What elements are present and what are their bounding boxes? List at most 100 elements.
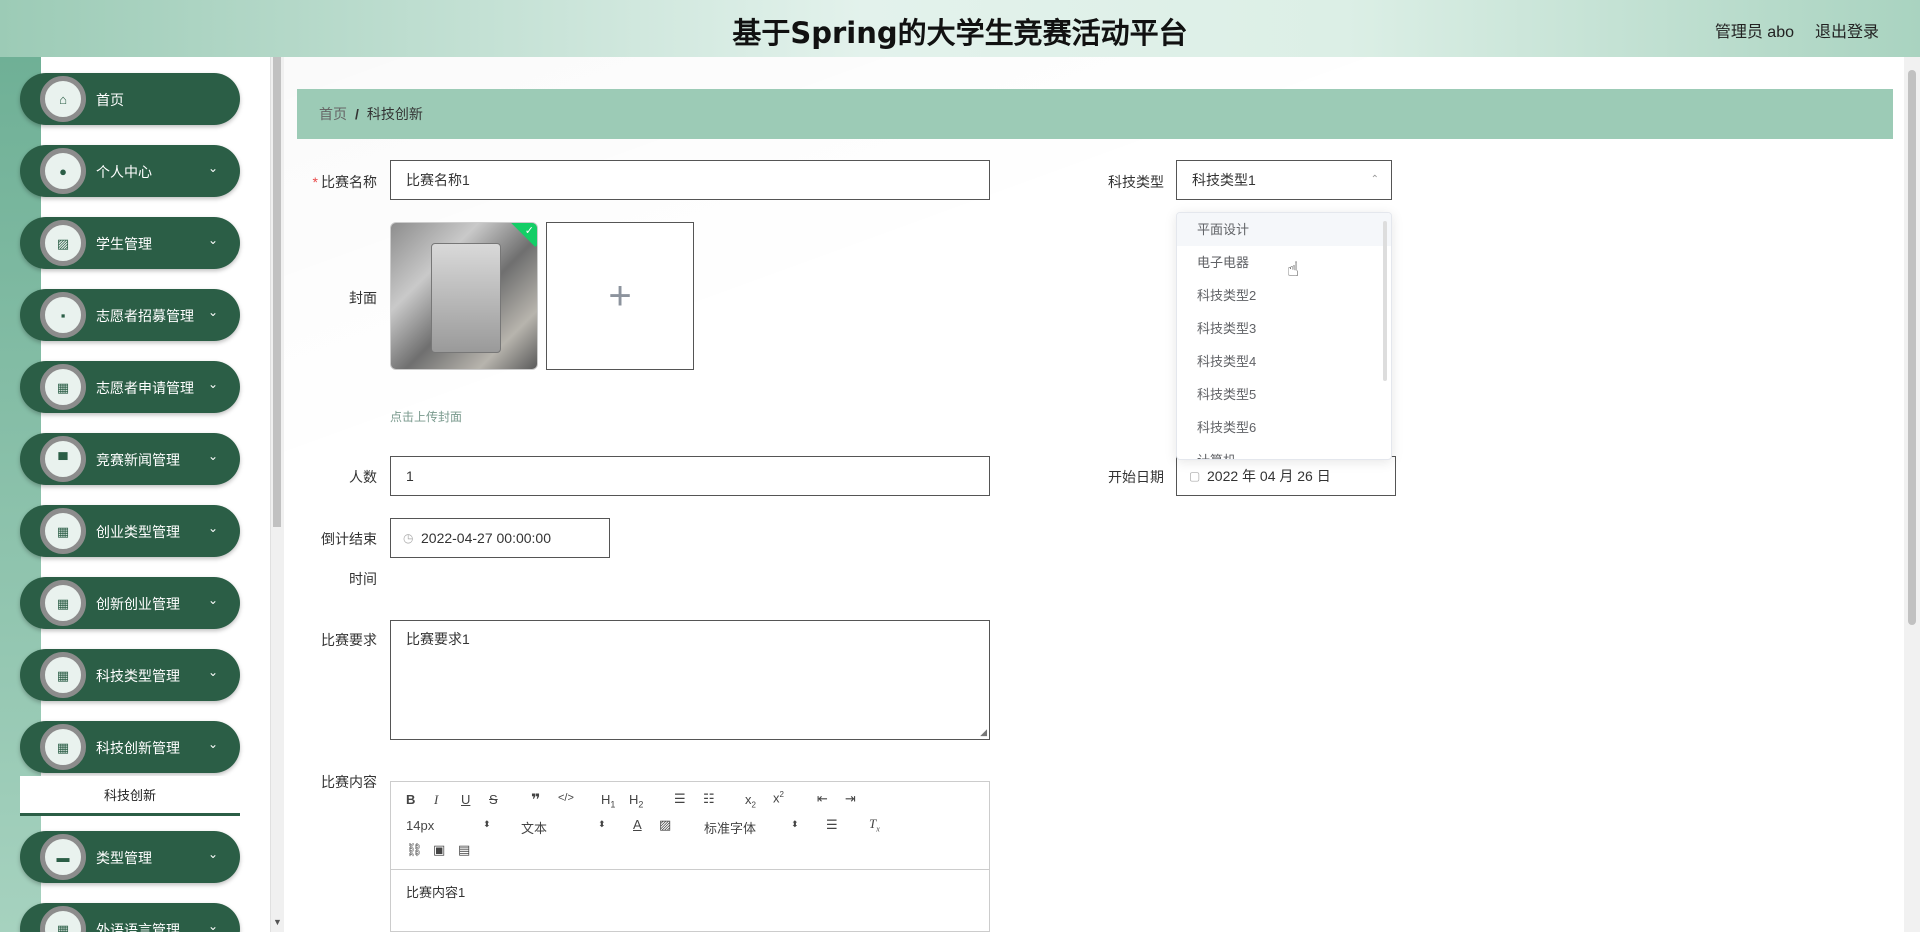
italic-icon[interactable]: I <box>434 792 438 808</box>
start-date-label: 开始日期 <box>1108 469 1164 485</box>
upload-hint: 点击上传封面 <box>390 410 463 424</box>
blockquote-icon[interactable]: ❞ <box>531 790 540 810</box>
dropdown-option[interactable]: 科技类型4 <box>1177 345 1391 378</box>
link-icon[interactable]: ⛓ <box>406 842 423 858</box>
sidebar-item[interactable]: ▪ 志愿者招募管理 ⌄ <box>20 289 240 341</box>
top-header: 基于Spring的大学生竞赛活动平台 管理员 abo 退出登录 <box>0 0 1920 57</box>
chevron-down-icon: ⌄ <box>207 233 218 247</box>
grid-icon: ▦ <box>56 921 70 932</box>
dropdown-option[interactable]: 科技类型5 <box>1177 378 1391 411</box>
dropdown-option[interactable]: 科技类型2 <box>1177 279 1391 312</box>
image-icon[interactable]: ▣ <box>433 842 445 858</box>
sidebar-item[interactable]: ● 个人中心 ⌄ <box>20 145 240 197</box>
name-input[interactable]: 比赛名称1 <box>390 160 990 200</box>
outdent-icon[interactable]: ⇤ <box>817 791 828 807</box>
name-label: * 比赛名称 <box>305 172 377 192</box>
user-icon: ● <box>59 163 67 179</box>
sidebar-icon-circle: ▦ <box>40 724 86 770</box>
sidebar-item[interactable]: ▦ 志愿者申请管理 ⌄ <box>20 361 240 413</box>
main-scrollbar-thumb[interactable] <box>1908 70 1916 625</box>
countdown-picker[interactable]: ◷ 2022-04-27 00:00:00 <box>390 518 610 558</box>
dropdown-option[interactable]: 电子电器 <box>1177 246 1391 279</box>
dropdown-option[interactable]: 科技类型3 <box>1177 312 1391 345</box>
bullet-list-icon[interactable]: ☷ <box>703 791 715 807</box>
chart-icon: ▨ <box>56 235 70 251</box>
video-icon[interactable]: ▤ <box>458 842 470 858</box>
sidebar-item[interactable]: ▦ 外语语言管理 ⌄ <box>20 903 240 932</box>
code-icon[interactable]: </> <box>558 792 574 804</box>
grid-icon: ▦ <box>56 667 70 683</box>
chevron-down-icon: ⌄ <box>207 593 218 607</box>
dropdown-option[interactable]: 平面设计 <box>1177 213 1391 246</box>
clear-format-icon[interactable]: Tx <box>869 816 880 834</box>
page-title: 基于Spring的大学生竞赛活动平台 <box>732 16 1188 50</box>
sidebar-item-label: 个人中心 <box>96 164 152 180</box>
sidebar-item[interactable]: ▦ 创新创业管理 ⌄ <box>20 577 240 629</box>
dropdown-option[interactable]: 计算机 <box>1177 444 1391 459</box>
monitor-icon: ▀ <box>58 451 68 467</box>
h2-icon[interactable]: H2 <box>629 792 643 810</box>
chevron-down-icon: ⌄ <box>207 665 218 679</box>
sidebar-icon-circle: ▀ <box>40 436 86 482</box>
start-date-picker[interactable]: ▢ 2022 年 04 月 26 日 <box>1176 456 1396 496</box>
block-format-select[interactable]: 文本 ⬍ <box>521 818 606 837</box>
superscript-icon[interactable]: x2 <box>773 790 784 805</box>
cover-image[interactable]: ✓ <box>390 222 538 370</box>
grid-icon: ▦ <box>56 379 70 395</box>
sidebar-item[interactable]: ▀ 竞赛新闻管理 ⌄ <box>20 433 240 485</box>
chevron-down-icon: ⌄ <box>207 377 218 391</box>
chevron-down-icon: ⌄ <box>207 161 218 175</box>
type-label: 科技类型 <box>1108 174 1164 190</box>
indent-icon[interactable]: ⇥ <box>845 791 856 807</box>
logout-link[interactable]: 退出登录 <box>1815 18 1879 42</box>
count-input[interactable]: 1 <box>390 456 990 496</box>
sidebar-item-label: 创业类型管理 <box>96 524 180 540</box>
background-color-icon[interactable]: ▨ <box>659 817 671 833</box>
sidebar-item[interactable]: ▦ 科技创新管理 ⌄ <box>20 721 240 773</box>
select-arrows-icon: ⬍ <box>483 819 491 829</box>
font-family-select[interactable]: 标准字体 ⬍ <box>704 818 799 837</box>
requirements-textarea[interactable]: 比赛要求1 ◢ <box>390 620 990 740</box>
sidebar-item[interactable]: ▦ 创业类型管理 ⌄ <box>20 505 240 557</box>
underline-icon[interactable]: U <box>461 792 470 807</box>
sidebar-item-label: 志愿者申请管理 <box>96 380 194 396</box>
bold-icon[interactable]: B <box>406 792 415 807</box>
dropdown-option[interactable]: 科技类型6 <box>1177 411 1391 444</box>
submenu-item-tech-innovation[interactable]: 科技创新 <box>20 776 240 816</box>
type-select-value: 科技类型1 <box>1192 172 1256 188</box>
grid-icon: ▦ <box>56 739 70 755</box>
sidebar-item[interactable]: ▦ 科技类型管理 ⌄ <box>20 649 240 701</box>
sidebar-icon-circle: ▨ <box>40 220 86 266</box>
chat-icon: ▪ <box>60 307 66 323</box>
countdown-value: 2022-04-27 00:00:00 <box>421 530 551 546</box>
sidebar-item-label: 学生管理 <box>96 236 152 252</box>
font-size-value: 14px <box>406 818 435 833</box>
block-format-value: 文本 <box>521 821 548 836</box>
subscript-icon[interactable]: x2 <box>745 792 756 810</box>
start-date-value: 2022 年 04 月 26 日 <box>1207 468 1331 484</box>
sidebar-icon-circle: ▪ <box>40 292 86 338</box>
upload-add-button[interactable]: + <box>546 222 694 370</box>
requirements-value: 比赛要求1 <box>406 631 470 647</box>
scroll-down-arrow-icon[interactable]: ▼ <box>273 917 282 927</box>
breadcrumb-home[interactable]: 首页 <box>319 106 347 122</box>
select-arrows-icon: ⬍ <box>598 819 606 829</box>
sidebar-item[interactable]: ⌂ 首页 <box>20 73 240 125</box>
strike-icon[interactable]: S <box>489 792 498 807</box>
cart-icon: ▬ <box>56 849 70 865</box>
font-size-select[interactable]: 14px ⬍ <box>406 818 491 833</box>
editor-content[interactable]: 比赛内容1 <box>406 882 465 901</box>
chevron-down-icon: ⌄ <box>207 847 218 861</box>
ordered-list-icon[interactable]: ☰ <box>674 791 686 807</box>
sidebar-item[interactable]: ▬ 类型管理 ⌄ <box>20 831 240 883</box>
sidebar-scrollbar-thumb[interactable] <box>273 57 281 527</box>
type-select[interactable]: 科技类型1 ⌃ <box>1176 160 1392 200</box>
h1-icon[interactable]: H1 <box>601 792 615 810</box>
resize-grip-icon[interactable]: ◢ <box>980 727 987 738</box>
breadcrumb: 首页 / 科技创新 <box>297 89 1893 139</box>
align-icon[interactable]: ☰ <box>826 817 838 833</box>
font-color-icon[interactable]: A <box>633 817 642 832</box>
editor-toolbar: B I U S ❞ </> H1 H2 ☰ ☷ x2 x2 ⇤ ⇥ 14px ⬍ … <box>391 782 989 870</box>
dropdown-scrollbar[interactable] <box>1383 221 1387 381</box>
sidebar-item[interactable]: ▨ 学生管理 ⌄ <box>20 217 240 269</box>
